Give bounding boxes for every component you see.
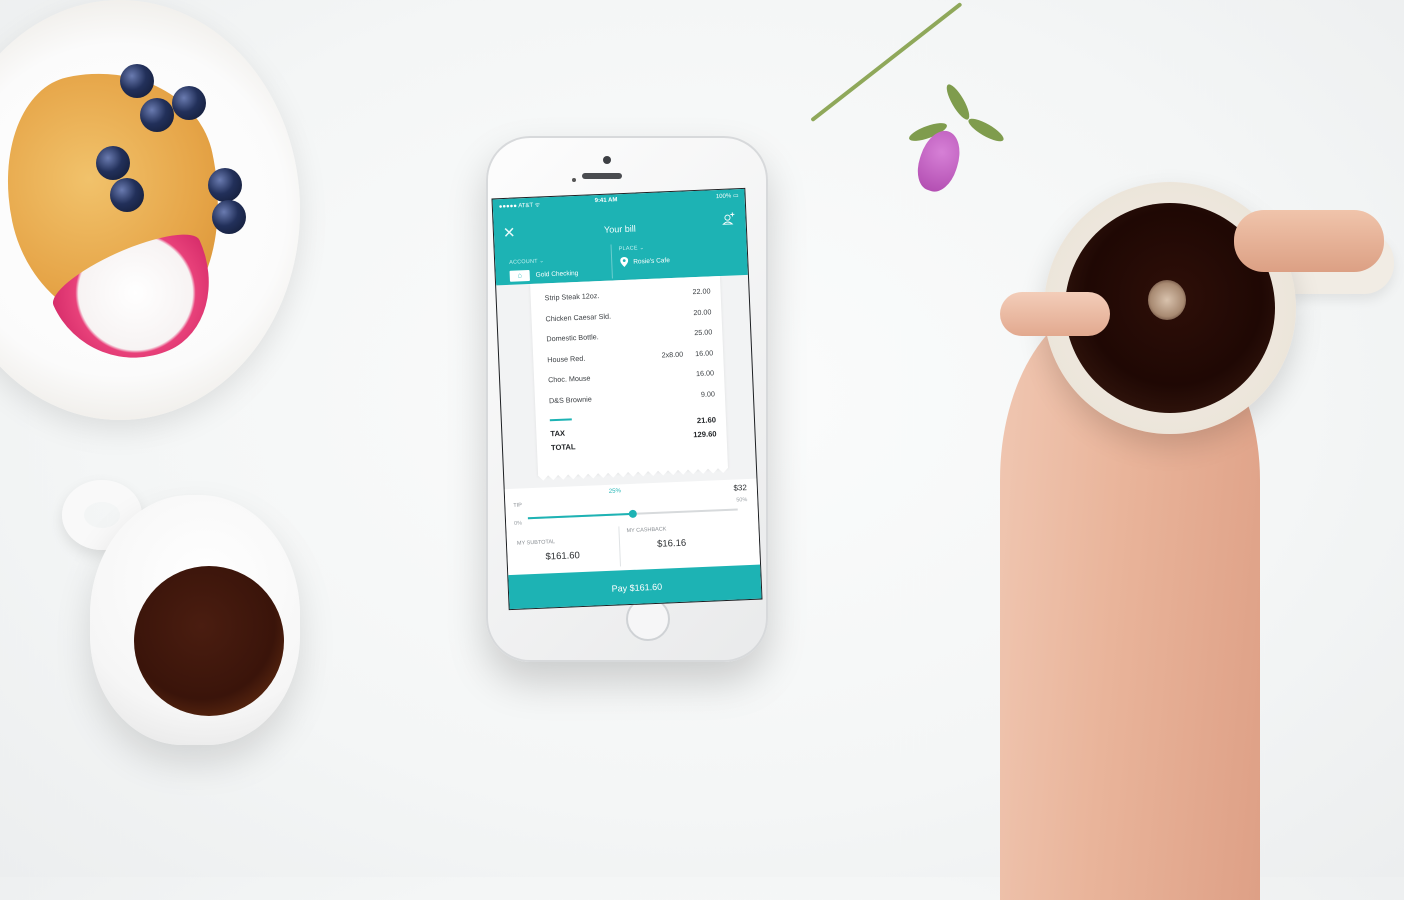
place-label: PLACE ⌄ bbox=[618, 245, 645, 253]
tip-slider-thumb[interactable] bbox=[628, 509, 637, 519]
tip-percent: 25% bbox=[608, 488, 622, 495]
receipt: Strip Steak 12oz. 22.00 Chicken Caesar S… bbox=[530, 276, 728, 476]
header-divider bbox=[610, 244, 613, 279]
coffee-foam bbox=[1148, 280, 1186, 320]
item-qty: 2x8.00 bbox=[661, 349, 684, 360]
account-selector[interactable]: Gold Checking bbox=[536, 270, 579, 279]
subtotal-value: $161.60 bbox=[545, 550, 581, 563]
item-name: Domestic Bottle. bbox=[546, 332, 599, 344]
account-label: ACCOUNT ⌄ bbox=[509, 258, 545, 266]
proximity-sensor bbox=[572, 178, 576, 182]
subtotal-label: MY SUBTOTAL bbox=[516, 539, 556, 547]
blueberry bbox=[110, 178, 144, 212]
blueberry bbox=[208, 168, 242, 202]
item-name: Choc. Mouse bbox=[547, 373, 591, 385]
blueberry bbox=[172, 86, 206, 120]
blueberry bbox=[96, 146, 130, 180]
blueberry bbox=[140, 98, 174, 132]
front-camera bbox=[603, 156, 611, 164]
tax-value: 21.60 bbox=[696, 415, 717, 426]
tip-slider-fill bbox=[527, 512, 633, 520]
tip-min: 0% bbox=[514, 520, 523, 527]
tip-label: TIP bbox=[513, 502, 523, 509]
add-user-icon[interactable] bbox=[721, 211, 736, 226]
item-price: 9.00 bbox=[700, 389, 716, 399]
app-header: ●●●●● AT&T ᯤ 9:41 AM 100% ▭ ✕ Your bill … bbox=[492, 188, 748, 286]
clock: 9:41 AM bbox=[594, 197, 618, 205]
flower-leaf bbox=[965, 114, 1007, 146]
place-selector[interactable]: Rosie's Cafe bbox=[633, 257, 670, 266]
syrup bbox=[134, 566, 284, 716]
flower-stem bbox=[810, 2, 963, 123]
receipt-items: Strip Steak 12oz. 22.00 Chicken Caesar S… bbox=[545, 286, 716, 416]
item-price: 16.00 bbox=[694, 348, 714, 358]
tip-max: 50% bbox=[736, 497, 748, 504]
phone-screen: ●●●●● AT&T ᯤ 9:41 AM 100% ▭ ✕ Your bill … bbox=[491, 187, 763, 611]
page-title: Your bill bbox=[603, 223, 636, 235]
total-value: 129.60 bbox=[693, 429, 717, 440]
fingers bbox=[1234, 210, 1384, 272]
tax-label: TAX bbox=[550, 428, 566, 439]
item-name: D&S Brownie bbox=[548, 394, 592, 406]
carrier: ●●●●● AT&T ᯤ bbox=[498, 202, 541, 211]
item-price: 25.00 bbox=[694, 327, 713, 338]
blueberry bbox=[212, 200, 246, 234]
tip-slider[interactable] bbox=[527, 508, 738, 520]
battery-level: 100% ▭ bbox=[715, 193, 739, 201]
battery-label: 100% bbox=[715, 193, 732, 201]
cashback-label: MY CASHBACK bbox=[626, 526, 667, 535]
bank-icon: ⌂ bbox=[509, 269, 530, 282]
item-name: House Red. bbox=[547, 353, 586, 365]
item-name: Strip Steak 12oz. bbox=[544, 291, 600, 303]
total-label: TOTAL bbox=[550, 442, 576, 453]
tip-amount: $32 bbox=[733, 483, 748, 493]
earpiece-speaker bbox=[582, 173, 622, 179]
location-pin-icon bbox=[620, 256, 629, 267]
summary-divider bbox=[618, 526, 622, 567]
total-divider bbox=[549, 418, 572, 422]
blueberry bbox=[120, 64, 154, 98]
item-price: 22.00 bbox=[692, 286, 711, 297]
item-price: 20.00 bbox=[693, 306, 712, 317]
item-price: 16.00 bbox=[695, 368, 715, 379]
item-name: Chicken Caesar Sld. bbox=[545, 311, 612, 323]
thumb bbox=[1000, 292, 1110, 336]
flower-leaf bbox=[942, 81, 974, 123]
cashback-value: $16.16 bbox=[656, 537, 687, 550]
